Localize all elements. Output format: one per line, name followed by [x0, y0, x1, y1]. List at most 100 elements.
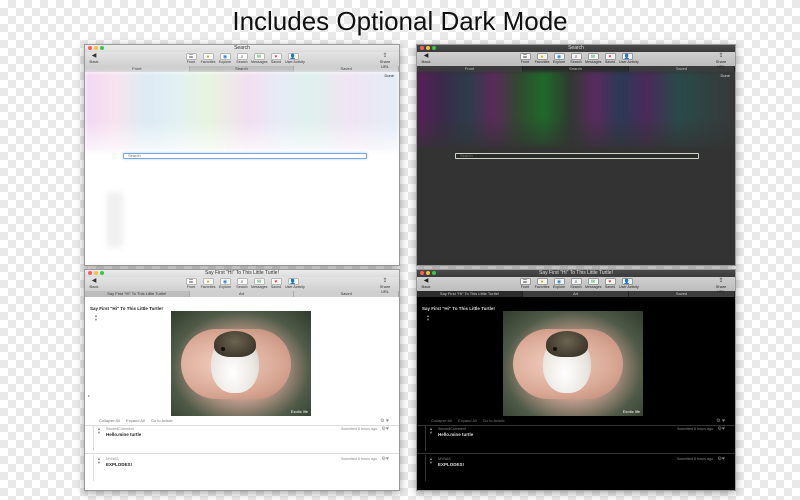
- post-title[interactable]: Say First "Hi" To This Little Turtle!: [422, 306, 495, 311]
- favorites-button[interactable]: ● Favorites: [200, 278, 216, 289]
- explore-button[interactable]: ◉ Explore: [551, 278, 567, 289]
- messages-icon: ✉: [587, 278, 599, 285]
- heart-icon[interactable]: ♥: [386, 456, 389, 462]
- minimize-window-button[interactable]: [426, 46, 430, 50]
- post-image[interactable]: Exotic life: [503, 311, 643, 416]
- user-activity-button[interactable]: 👤 User Activity: [285, 278, 305, 289]
- comment-user[interactable]: MYNAS: [106, 457, 119, 461]
- heart-icon[interactable]: ♥: [386, 418, 389, 424]
- saved-icon: ♥: [604, 53, 616, 60]
- zoom-window-button[interactable]: [432, 46, 436, 50]
- saved-button[interactable]: ♥ Saved: [268, 53, 284, 64]
- messages-label: Messages: [251, 60, 268, 64]
- search-input[interactable]: [455, 153, 699, 159]
- front-button[interactable]: ☰ Front: [517, 278, 533, 289]
- expand-all-link[interactable]: Expand All: [458, 417, 477, 425]
- saved-button[interactable]: ♥ Saved: [602, 278, 618, 289]
- messages-button[interactable]: ✉ Messages: [585, 53, 601, 64]
- messages-button[interactable]: ✉ Messages: [585, 278, 601, 289]
- post-content: Say First "Hi" To This Little Turtle! ▲ …: [85, 297, 399, 490]
- back-button[interactable]: ◀ Back: [421, 53, 431, 64]
- close-window-button[interactable]: [420, 271, 424, 275]
- comment-user[interactable]: SecondComment: [438, 427, 466, 431]
- saved-icon: ♥: [270, 278, 282, 285]
- close-window-button[interactable]: [88, 46, 92, 50]
- comment-user[interactable]: MYNAS: [438, 457, 451, 461]
- heart-icon[interactable]: ♥: [386, 426, 389, 432]
- expand-all-link[interactable]: Expand All: [126, 417, 145, 425]
- search-button[interactable]: ⌕ Search: [234, 278, 250, 289]
- front-icon: ☰: [519, 278, 531, 285]
- downvote-icon[interactable]: ▼: [96, 461, 102, 465]
- collapse-all-link[interactable]: Collapse All: [431, 417, 452, 425]
- collapse-arrow-icon[interactable]: ▸: [88, 393, 90, 398]
- explore-button[interactable]: ◉ Explore: [217, 53, 233, 64]
- search-button[interactable]: ⌕ Search: [234, 53, 250, 64]
- post-content: Say First "Hi" To This Little Turtle! ▲ …: [417, 297, 735, 490]
- favorites-label: Favorites: [200, 285, 216, 289]
- toolbar-buttons: ☰ Front ● Favorites ◉ Explore ⌕ Search ✉ Mess…: [183, 278, 305, 289]
- downvote-icon[interactable]: ▼: [425, 318, 431, 322]
- post-image[interactable]: Exotic life: [171, 311, 311, 416]
- downvote-icon[interactable]: ▼: [428, 461, 434, 465]
- favorites-label: Favorites: [534, 285, 550, 289]
- heart-icon[interactable]: ♥: [722, 426, 725, 432]
- go-to-article-link[interactable]: Go to Article: [483, 417, 505, 425]
- back-label: Back: [89, 59, 99, 64]
- explore-button[interactable]: ◉ Explore: [217, 278, 233, 289]
- comment-user[interactable]: SecondComment: [106, 427, 134, 431]
- background-fade: [417, 117, 735, 157]
- back-button[interactable]: ◀ Back: [89, 53, 99, 64]
- front-button[interactable]: ☰ Front: [183, 53, 199, 64]
- user-activity-button[interactable]: 👤 User Activity: [619, 53, 639, 64]
- share-url-button[interactable]: ⇪ Share URL: [713, 278, 729, 294]
- search-button[interactable]: ⌕ Search: [568, 278, 584, 289]
- messages-button[interactable]: ✉ Messages: [251, 278, 267, 289]
- search-icon: ⌕: [236, 53, 248, 60]
- zoom-window-button[interactable]: [100, 271, 104, 275]
- user-activity-button[interactable]: 👤 User Activity: [619, 278, 639, 289]
- messages-button[interactable]: ✉ Messages: [251, 53, 267, 64]
- heart-icon[interactable]: ♥: [722, 418, 725, 424]
- share-url-button[interactable]: ⇪ Share URL: [713, 53, 729, 69]
- zoom-window-button[interactable]: [100, 46, 104, 50]
- downvote-icon[interactable]: ▼: [93, 318, 99, 322]
- collapse-all-link[interactable]: Collapse All: [99, 417, 120, 425]
- messages-label: Messages: [585, 285, 602, 289]
- explore-icon: ◉: [553, 53, 565, 60]
- explore-button[interactable]: ◉ Explore: [551, 53, 567, 64]
- downvote-icon[interactable]: ▼: [428, 431, 434, 435]
- close-window-button[interactable]: [88, 271, 92, 275]
- gear-icon[interactable]: ⚙: [716, 418, 720, 424]
- saved-button[interactable]: ♥ Saved: [268, 278, 284, 289]
- share-url-button[interactable]: ⇪ Share URL: [377, 278, 393, 294]
- share-url-button[interactable]: ⇪ Share URL: [377, 53, 393, 69]
- back-button[interactable]: ◀ Back: [89, 278, 99, 289]
- user-activity-button[interactable]: 👤 User Activity: [285, 53, 305, 64]
- comment: ▲ ▼ MYNAS EXPLODES! Submitted 8 hours ago…: [425, 455, 731, 481]
- search-input[interactable]: [123, 153, 367, 159]
- user-icon: 👤: [287, 53, 299, 60]
- heart-icon[interactable]: ♥: [722, 456, 725, 462]
- front-button[interactable]: ☰ Front: [517, 53, 533, 64]
- favorites-button[interactable]: ● Favorites: [200, 53, 216, 64]
- favorites-button[interactable]: ● Favorites: [534, 53, 550, 64]
- search-button[interactable]: ⌕ Search: [568, 53, 584, 64]
- front-button[interactable]: ☰ Front: [183, 278, 199, 289]
- zoom-window-button[interactable]: [432, 271, 436, 275]
- minimize-window-button[interactable]: [426, 271, 430, 275]
- minimize-window-button[interactable]: [94, 271, 98, 275]
- comment-date: Submitted 8 hours ago: [676, 457, 713, 461]
- go-to-article-link[interactable]: Go to Article: [151, 417, 173, 425]
- done-button[interactable]: Done: [384, 73, 394, 78]
- back-button[interactable]: ◀ Back: [421, 278, 431, 289]
- gear-icon[interactable]: ⚙: [380, 418, 384, 424]
- done-button[interactable]: Done: [720, 73, 730, 78]
- minimize-window-button[interactable]: [94, 46, 98, 50]
- close-window-button[interactable]: [420, 46, 424, 50]
- post-title[interactable]: Say First "Hi" To This Little Turtle!: [90, 306, 163, 311]
- saved-button[interactable]: ♥ Saved: [602, 53, 618, 64]
- downvote-icon[interactable]: ▼: [96, 431, 102, 435]
- favorites-button[interactable]: ● Favorites: [534, 278, 550, 289]
- post-meta-icons: ⚙ ♥: [716, 417, 725, 425]
